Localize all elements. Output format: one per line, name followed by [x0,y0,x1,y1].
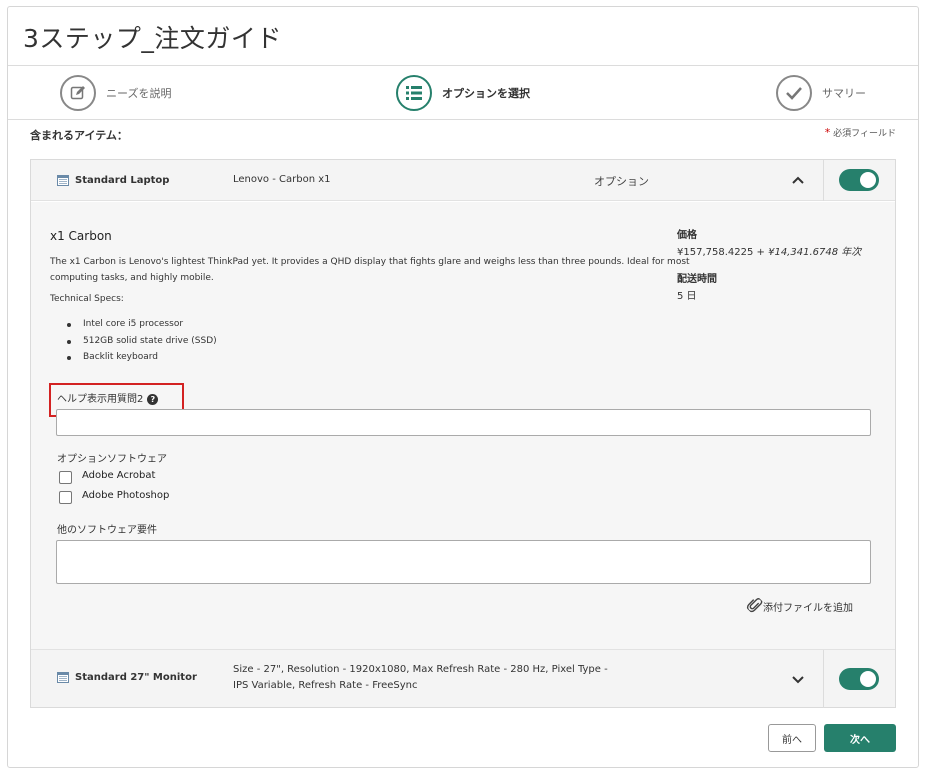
price-recurring: + ¥14,341.6748 年次 [756,247,862,258]
catalog-icon [57,672,69,683]
help-question-input[interactable] [56,409,871,436]
step-select-options[interactable]: オプションを選択 [396,74,530,112]
delivery-label: 配送時間 [677,274,717,285]
page-title: 3ステップ_注文ガイド [23,24,282,53]
checkbox-label: Adobe Acrobat [82,470,156,481]
price-label: 価格 [677,230,697,241]
step-label: サマリー [822,87,866,100]
item-description: Size - 27", Resolution - 1920x1080, Max … [233,662,608,694]
specs-list: Intel core i5 processor 512GB solid stat… [67,316,217,366]
required-star: * [824,126,831,139]
item-toggle[interactable] [839,668,879,690]
checkbox-adobe-acrobat[interactable] [59,471,72,484]
toggle-knob [860,671,876,687]
divider [8,65,918,66]
product-description-line: computing tasks, and highly mobile. [50,273,214,283]
price-amount: ¥157,758.4225 [677,247,754,258]
step-describe-needs[interactable]: ニーズを説明 [60,74,171,112]
item-header-monitor[interactable]: Standard 27" Monitor Size - 27", Resolut… [31,649,895,708]
list-icon [396,75,432,111]
price-value: ¥157,758.4225 + ¥14,341.6748 年次 [677,243,861,258]
item-toggle[interactable] [839,169,879,191]
spec-item: 512GB solid state drive (SSD) [67,333,217,350]
items-container: Standard Laptop Lenovo - Carbon x1 オプション… [30,159,896,708]
required-field-note: * 必須フィールド [825,126,896,139]
step-label: ニーズを説明 [106,87,172,100]
spec-item: Backlit keyboard [67,349,217,366]
paperclip-icon [742,595,765,618]
other-requirements-label: 他のソフトウェア要件 [57,525,157,536]
item-description: Lenovo - Carbon x1 [233,174,331,185]
item-header-laptop[interactable]: Standard Laptop Lenovo - Carbon x1 オプション [31,160,895,201]
chevron-up-icon[interactable] [792,173,804,187]
next-button[interactable]: 次へ [824,724,896,752]
item-description-line: Size - 27", Resolution - 1920x1080, Max … [233,664,608,675]
delivery-value: 5 日 [677,291,697,302]
spec-item: Intel core i5 processor [67,316,217,333]
step-summary[interactable]: サマリー [776,74,866,112]
item-description-line: IPS Variable, Refresh Rate - FreeSync [233,680,418,691]
included-items-heading: 含まれるアイテム： [30,129,128,142]
divider [8,119,918,120]
step-label: オプションを選択 [442,87,530,100]
product-description-line: The x1 Carbon is Lenovo's lightest Think… [50,257,690,267]
order-guide-panel: 3ステップ_注文ガイド ニーズを説明 オプションを選択 サマリー 含まれるアイテ… [7,6,919,768]
catalog-icon [57,175,69,186]
attach-file-link[interactable]: 添付ファイルを追加 [746,596,853,616]
item-detail-laptop: x1 Carbon The x1 Carbon is Lenovo's ligh… [31,202,895,649]
divider [823,650,824,708]
chevron-down-icon[interactable] [792,673,804,687]
other-requirements-textarea[interactable] [56,540,871,584]
product-title: x1 Carbon [50,229,112,243]
item-name: Standard 27" Monitor [75,672,197,683]
product-description: The x1 Carbon is Lenovo's lightest Think… [50,254,690,286]
item-option-label: オプション [594,175,649,188]
checkbox-label: Adobe Photoshop [82,490,170,501]
toggle-knob [860,172,876,188]
checkbox-adobe-photoshop[interactable] [59,491,72,504]
item-name: Standard Laptop [75,175,170,186]
edit-icon [60,75,96,111]
required-note-text: 必須フィールド [833,129,896,139]
divider [823,160,824,201]
prev-button[interactable]: 前へ [768,724,816,752]
check-icon [776,75,812,111]
specs-heading: Technical Specs: [50,294,124,304]
optional-software-label: オプションソフトウェア [57,454,167,465]
attach-label: 添付ファイルを追加 [763,602,853,614]
